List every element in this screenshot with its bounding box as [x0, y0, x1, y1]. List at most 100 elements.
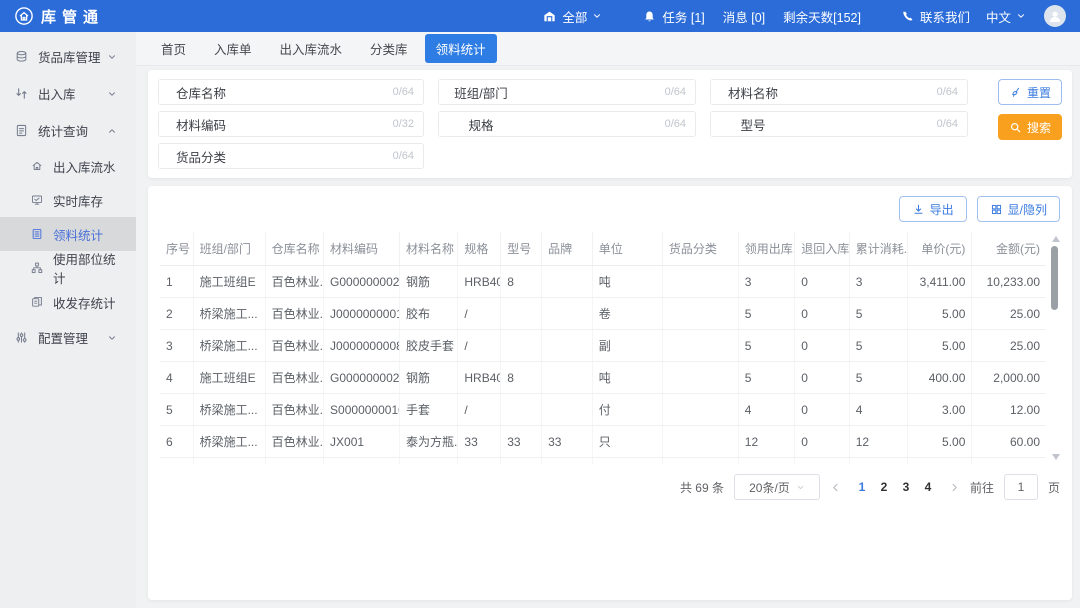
sidebar-subitem-2-2[interactable]: 领料统计	[0, 217, 136, 251]
table-cell: 桥梁施工...	[193, 330, 265, 362]
vertical-scrollbar[interactable]	[1050, 232, 1060, 464]
prev-page-button[interactable]	[830, 482, 841, 493]
table-cell: 5	[849, 330, 907, 362]
table-cell: 10,233.00	[972, 266, 1046, 298]
goto-page-input[interactable]	[1004, 474, 1038, 500]
table-cell: 2,000.00	[972, 362, 1046, 394]
search-field-label: 规格	[439, 115, 523, 134]
table-row[interactable]: 5桥梁施工...百色林业...S0000000010手套/付4043.0012.…	[160, 394, 1046, 426]
table-cell: 0	[795, 394, 850, 426]
table-row[interactable]: 2桥梁施工...百色林业...J0000000001胶布/卷5055.0025.…	[160, 298, 1046, 330]
search-field-input[interactable]	[795, 85, 937, 99]
table-cell: 3.00	[908, 394, 972, 426]
warehouse-icon	[542, 9, 557, 24]
table-cell	[662, 394, 738, 426]
search-button[interactable]: 搜索	[998, 114, 1062, 140]
page-size-select[interactable]: 20条/页	[734, 474, 820, 500]
char-counter: 0/64	[393, 86, 423, 98]
tab-0[interactable]: 首页	[150, 34, 197, 63]
send-receive-icon	[30, 295, 44, 309]
column-header: 领用出库...	[738, 232, 794, 266]
column-header: 退回入库...	[795, 232, 850, 266]
tab-3[interactable]: 分类库	[359, 34, 419, 63]
page-number-4[interactable]: 4	[917, 480, 939, 494]
sidebar-subitem-2-1[interactable]: 实时库存	[0, 183, 136, 217]
search-fields: 仓库名称0/64班组/部门0/64材料名称0/64材料编码0/32规格0/64型…	[158, 79, 1062, 169]
warehouse-selector[interactable]: 全部	[542, 7, 602, 26]
table-cell: 百色林业...	[265, 362, 323, 394]
table-body: 1施工班组E百色林业...G000000002...钢筋HRB40...8吨30…	[160, 266, 1046, 465]
next-page-button[interactable]	[949, 482, 960, 493]
contact-label: 联系我们	[920, 7, 970, 26]
table-toolbar: 导出 显/隐列	[160, 196, 1060, 222]
scroll-up-arrow[interactable]	[1052, 236, 1060, 242]
sidebar-subitem-label: 实时库存	[53, 191, 103, 210]
search-field-input[interactable]	[523, 85, 665, 99]
table-cell: 桥梁施工...	[193, 426, 265, 458]
reset-button[interactable]: 重置	[998, 79, 1062, 105]
table-panel: 导出 显/隐列 序号班组/部门仓库名称材料编码材料名称规格型号品牌单位货品分类领…	[148, 186, 1072, 600]
search-field-input[interactable]	[795, 117, 937, 131]
table-viewport: 序号班组/部门仓库名称材料编码材料名称规格型号品牌单位货品分类领用出库...退回…	[160, 232, 1060, 464]
in-out-icon	[14, 86, 29, 101]
user-avatar[interactable]	[1044, 5, 1066, 27]
table-cell: 付	[592, 394, 662, 426]
days-left-badge: 剩余天数[152]	[783, 7, 861, 26]
tasks-link[interactable]: 任务 [1]	[642, 7, 704, 26]
table-cell: 33	[458, 426, 501, 458]
export-button[interactable]: 导出	[899, 196, 967, 222]
search-field-input[interactable]	[243, 149, 393, 163]
table-cell: m³	[592, 458, 662, 465]
table-cell: 4	[738, 394, 794, 426]
search-field-input[interactable]	[243, 117, 393, 131]
table-cell: 桥梁施工...	[193, 298, 265, 330]
language-selector[interactable]: 中文	[986, 7, 1026, 26]
table-cell: 普通预拌...	[399, 458, 457, 465]
column-header: 材料名称	[399, 232, 457, 266]
chevron-down-icon	[107, 52, 117, 62]
sidebar-menu: 货品库管理出入库统计查询出入库流水实时库存领料统计使用部位统计收发存统计配置管理	[0, 32, 136, 356]
table-cell: 百色林业...	[265, 394, 323, 426]
messages-link[interactable]: 消息 [0]	[723, 7, 765, 26]
sidebar-item-2[interactable]: 统计查询	[0, 112, 136, 149]
page-number-1[interactable]: 1	[851, 480, 873, 494]
sidebar-item-0[interactable]: 货品库管理	[0, 38, 136, 75]
tab-1[interactable]: 入库单	[203, 34, 263, 63]
sidebar-subitem-label: 领料统计	[53, 225, 103, 244]
table-cell: 3	[738, 266, 794, 298]
sidebar-item-1[interactable]: 出入库	[0, 75, 136, 112]
table-row[interactable]: 7水稳施工...百色林业...P0000000004普通预拌...C30m³12…	[160, 458, 1046, 465]
sidebar-subitem-label: 出入库流水	[53, 157, 116, 176]
table-cell	[662, 426, 738, 458]
table-row[interactable]: 4施工班组E百色林业...G000000002...钢筋HRB40...8吨50…	[160, 362, 1046, 394]
search-field-input[interactable]	[523, 117, 665, 131]
tab-4[interactable]: 领料统计	[425, 34, 497, 63]
goto-label: 前往	[970, 479, 994, 496]
chevron-down-icon	[796, 483, 805, 492]
sidebar-subitem-2-3[interactable]: 使用部位统计	[0, 251, 136, 285]
tab-2[interactable]: 出入库流水	[269, 34, 354, 63]
table-cell: 3,960.00	[972, 458, 1046, 465]
table-row[interactable]: 1施工班组E百色林业...G000000002...钢筋HRB40...8吨30…	[160, 266, 1046, 298]
sidebar-subitem-2-4[interactable]: 收发存统计	[0, 285, 136, 319]
page-number-2[interactable]: 2	[873, 480, 895, 494]
table-row[interactable]: 6桥梁施工...百色林业...JX001泰为方瓶...333333只120125…	[160, 426, 1046, 458]
table-cell: 5	[160, 394, 193, 426]
table-row[interactable]: 3桥梁施工...百色林业...J00000000088胶皮手套/副5055.00…	[160, 330, 1046, 362]
scroll-down-arrow[interactable]	[1052, 454, 1060, 460]
sidebar-item-label: 统计查询	[38, 121, 107, 140]
page-number-3[interactable]: 3	[895, 480, 917, 494]
sidebar-subitem-2-0[interactable]: 出入库流水	[0, 149, 136, 183]
scrollbar-thumb[interactable]	[1051, 246, 1058, 310]
search-field-input[interactable]	[243, 85, 393, 99]
table-cell: 4	[849, 394, 907, 426]
sidebar-item-3[interactable]: 配置管理	[0, 319, 136, 356]
column-header: 货品分类	[662, 232, 738, 266]
table-cell: 百色林业...	[265, 458, 323, 465]
chevron-up-icon	[107, 126, 117, 136]
table-cell: 0	[795, 330, 850, 362]
page-size-label: 20条/页	[749, 479, 790, 496]
contact-link[interactable]: 联系我们	[901, 7, 970, 26]
topbar: 库管通 全部 任务 [1] 消息 [0] 剩余天数[152] 联系我们 中文	[0, 0, 1080, 32]
show-hide-columns-button[interactable]: 显/隐列	[977, 196, 1060, 222]
